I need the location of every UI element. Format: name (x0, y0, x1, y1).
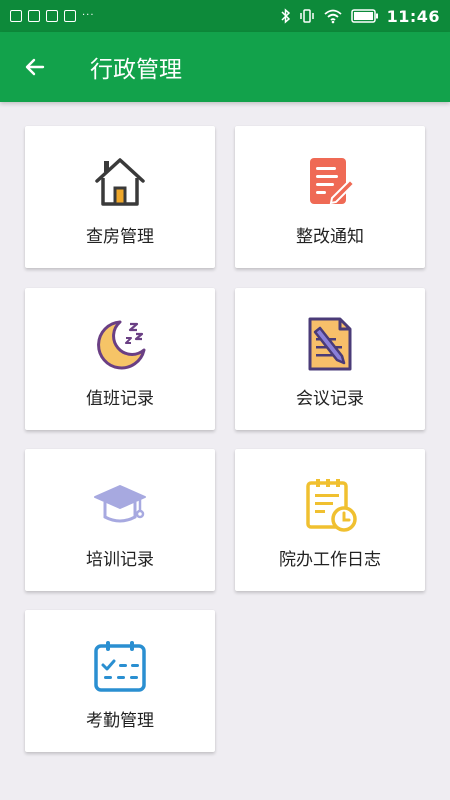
back-button[interactable] (0, 32, 70, 102)
battery-icon (350, 9, 378, 23)
menu-item-meeting-minutes[interactable]: 会议记录 (235, 288, 425, 430)
status-time: 11:46 (386, 6, 440, 26)
menu-item-office-work-log[interactable]: 院办工作日志 (235, 449, 425, 591)
bluetooth-icon (281, 8, 290, 24)
notice-edit-icon (310, 158, 356, 205)
image-notification-icon (10, 10, 22, 22)
menu-item-label: 培训记录 (86, 550, 154, 570)
menu-item-label: 值班记录 (86, 389, 154, 409)
menu-item-label: 院办工作日志 (279, 550, 381, 570)
package-notification-icon-2 (64, 10, 76, 22)
menu-item-label: 查房管理 (86, 227, 154, 247)
menu-item-training-records[interactable]: 培训记录 (25, 449, 215, 591)
more-notifications-icon: ··· (82, 10, 95, 21)
house-icon (95, 158, 145, 206)
page-title: 行政管理 (90, 57, 182, 83)
app-bar: 行政管理 (0, 32, 450, 102)
document-pen-icon (308, 317, 352, 371)
menu-item-label: 考勤管理 (86, 711, 154, 731)
menu-item-ward-rounds[interactable]: 查房管理 (25, 126, 215, 268)
menu-item-attendance[interactable]: 考勤管理 (25, 610, 215, 752)
vibrate-icon (299, 9, 314, 23)
status-bar: ··· 11:46 (0, 0, 450, 32)
menu-item-label: 会议记录 (296, 389, 364, 409)
lock-notification-icon (28, 10, 40, 22)
menu-item-duty-log[interactable]: 值班记录 (25, 288, 215, 430)
log-clock-icon (306, 479, 357, 532)
status-notifications: ··· (10, 10, 95, 22)
wifi-icon (323, 9, 342, 24)
moon-sleep-icon (97, 320, 146, 370)
package-notification-icon (46, 10, 58, 22)
graduation-cap-icon (94, 485, 146, 523)
arrow-left-icon (25, 58, 45, 76)
menu-item-rectification-notice[interactable]: 整改通知 (235, 126, 425, 268)
calendar-check-icon (94, 641, 146, 692)
menu-item-label: 整改通知 (296, 227, 364, 247)
